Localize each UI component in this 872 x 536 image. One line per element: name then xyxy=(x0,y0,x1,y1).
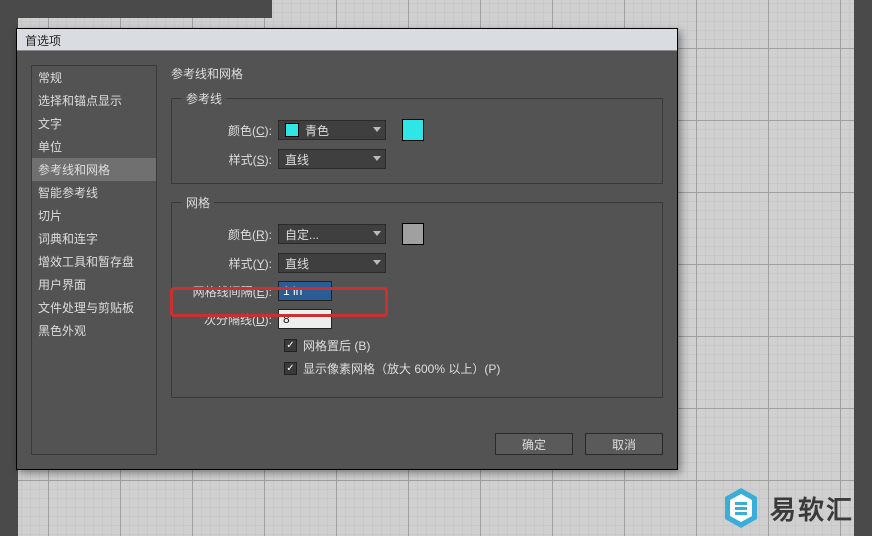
chevron-down-icon xyxy=(373,127,381,132)
preferences-dialog: 首选项 常规 选择和锚点显示 文字 单位 参考线和网格 智能参考线 切片 词典和… xyxy=(16,28,678,470)
sidebar-item-type[interactable]: 文字 xyxy=(32,112,156,135)
guides-color-select[interactable]: 青色 xyxy=(278,120,386,140)
grid-style-select[interactable]: 直线 xyxy=(278,253,386,273)
cancel-button[interactable]: 取消 xyxy=(585,433,663,455)
watermark-text: 易软汇 xyxy=(770,490,854,527)
sidebar-item-hyphenation[interactable]: 词典和连字 xyxy=(32,227,156,250)
sidebar-item-units[interactable]: 单位 xyxy=(32,135,156,158)
ok-button[interactable]: 确定 xyxy=(495,433,573,455)
grid-legend: 网格 xyxy=(182,194,214,211)
grid-color-select[interactable]: 自定... xyxy=(278,224,386,244)
ruler-top xyxy=(0,0,272,18)
chevron-down-icon xyxy=(373,156,381,161)
watermark-logo-icon xyxy=(722,486,760,530)
guides-group: 参考线 颜色(C): 青色 样式(S): 直线 xyxy=(171,90,663,184)
main-panel: 参考线和网格 参考线 颜色(C): 青色 样式(S): 直线 xyxy=(157,65,663,455)
guides-color-swatch[interactable] xyxy=(402,119,424,141)
grid-group: 网格 颜色(R): 自定... 样式(Y): 直线 xyxy=(171,194,663,398)
grid-color-swatch[interactable] xyxy=(402,223,424,245)
grids-in-back-checkbox[interactable] xyxy=(284,339,297,352)
watermark: 易软汇 xyxy=(722,486,854,530)
sidebar-item-slices[interactable]: 切片 xyxy=(32,204,156,227)
guides-style-label: 样式(S): xyxy=(182,151,278,168)
grid-subdiv-label: 次分隔线(D): xyxy=(182,311,278,328)
chevron-down-icon xyxy=(373,260,381,265)
grid-subdiv-input[interactable] xyxy=(278,309,332,329)
sidebar-item-selection[interactable]: 选择和锚点显示 xyxy=(32,89,156,112)
sidebar-item-black[interactable]: 黑色外观 xyxy=(32,319,156,342)
dialog-title: 首选项 xyxy=(25,34,61,48)
grids-in-back-label: 网格置后 (B) xyxy=(303,337,370,354)
sidebar-item-plugins[interactable]: 增效工具和暂存盘 xyxy=(32,250,156,273)
guides-style-select[interactable]: 直线 xyxy=(278,149,386,169)
guides-color-label: 颜色(C): xyxy=(182,122,278,139)
sidebar-item-file-handling[interactable]: 文件处理与剪贴板 xyxy=(32,296,156,319)
sidebar-item-ui[interactable]: 用户界面 xyxy=(32,273,156,296)
section-title: 参考线和网格 xyxy=(171,65,663,82)
ruler-right xyxy=(854,0,872,536)
sidebar-item-general[interactable]: 常规 xyxy=(32,66,156,89)
grid-color-label: 颜色(R): xyxy=(182,226,278,243)
sidebar: 常规 选择和锚点显示 文字 单位 参考线和网格 智能参考线 切片 词典和连字 增… xyxy=(31,65,157,455)
sidebar-item-guides-grid[interactable]: 参考线和网格 xyxy=(32,158,156,181)
cyan-swatch-icon xyxy=(285,123,299,137)
grid-spacing-input[interactable] xyxy=(278,281,332,301)
sidebar-item-smart-guides[interactable]: 智能参考线 xyxy=(32,181,156,204)
chevron-down-icon xyxy=(373,231,381,236)
dialog-titlebar[interactable]: 首选项 xyxy=(17,29,677,51)
show-pixel-grid-label: 显示像素网格（放大 600% 以上）(P) xyxy=(303,360,500,377)
grid-spacing-label: 网格线间隔(E): xyxy=(182,283,278,300)
grid-style-label: 样式(Y): xyxy=(182,255,278,272)
show-pixel-grid-checkbox[interactable] xyxy=(284,362,297,375)
guides-legend: 参考线 xyxy=(182,90,226,107)
